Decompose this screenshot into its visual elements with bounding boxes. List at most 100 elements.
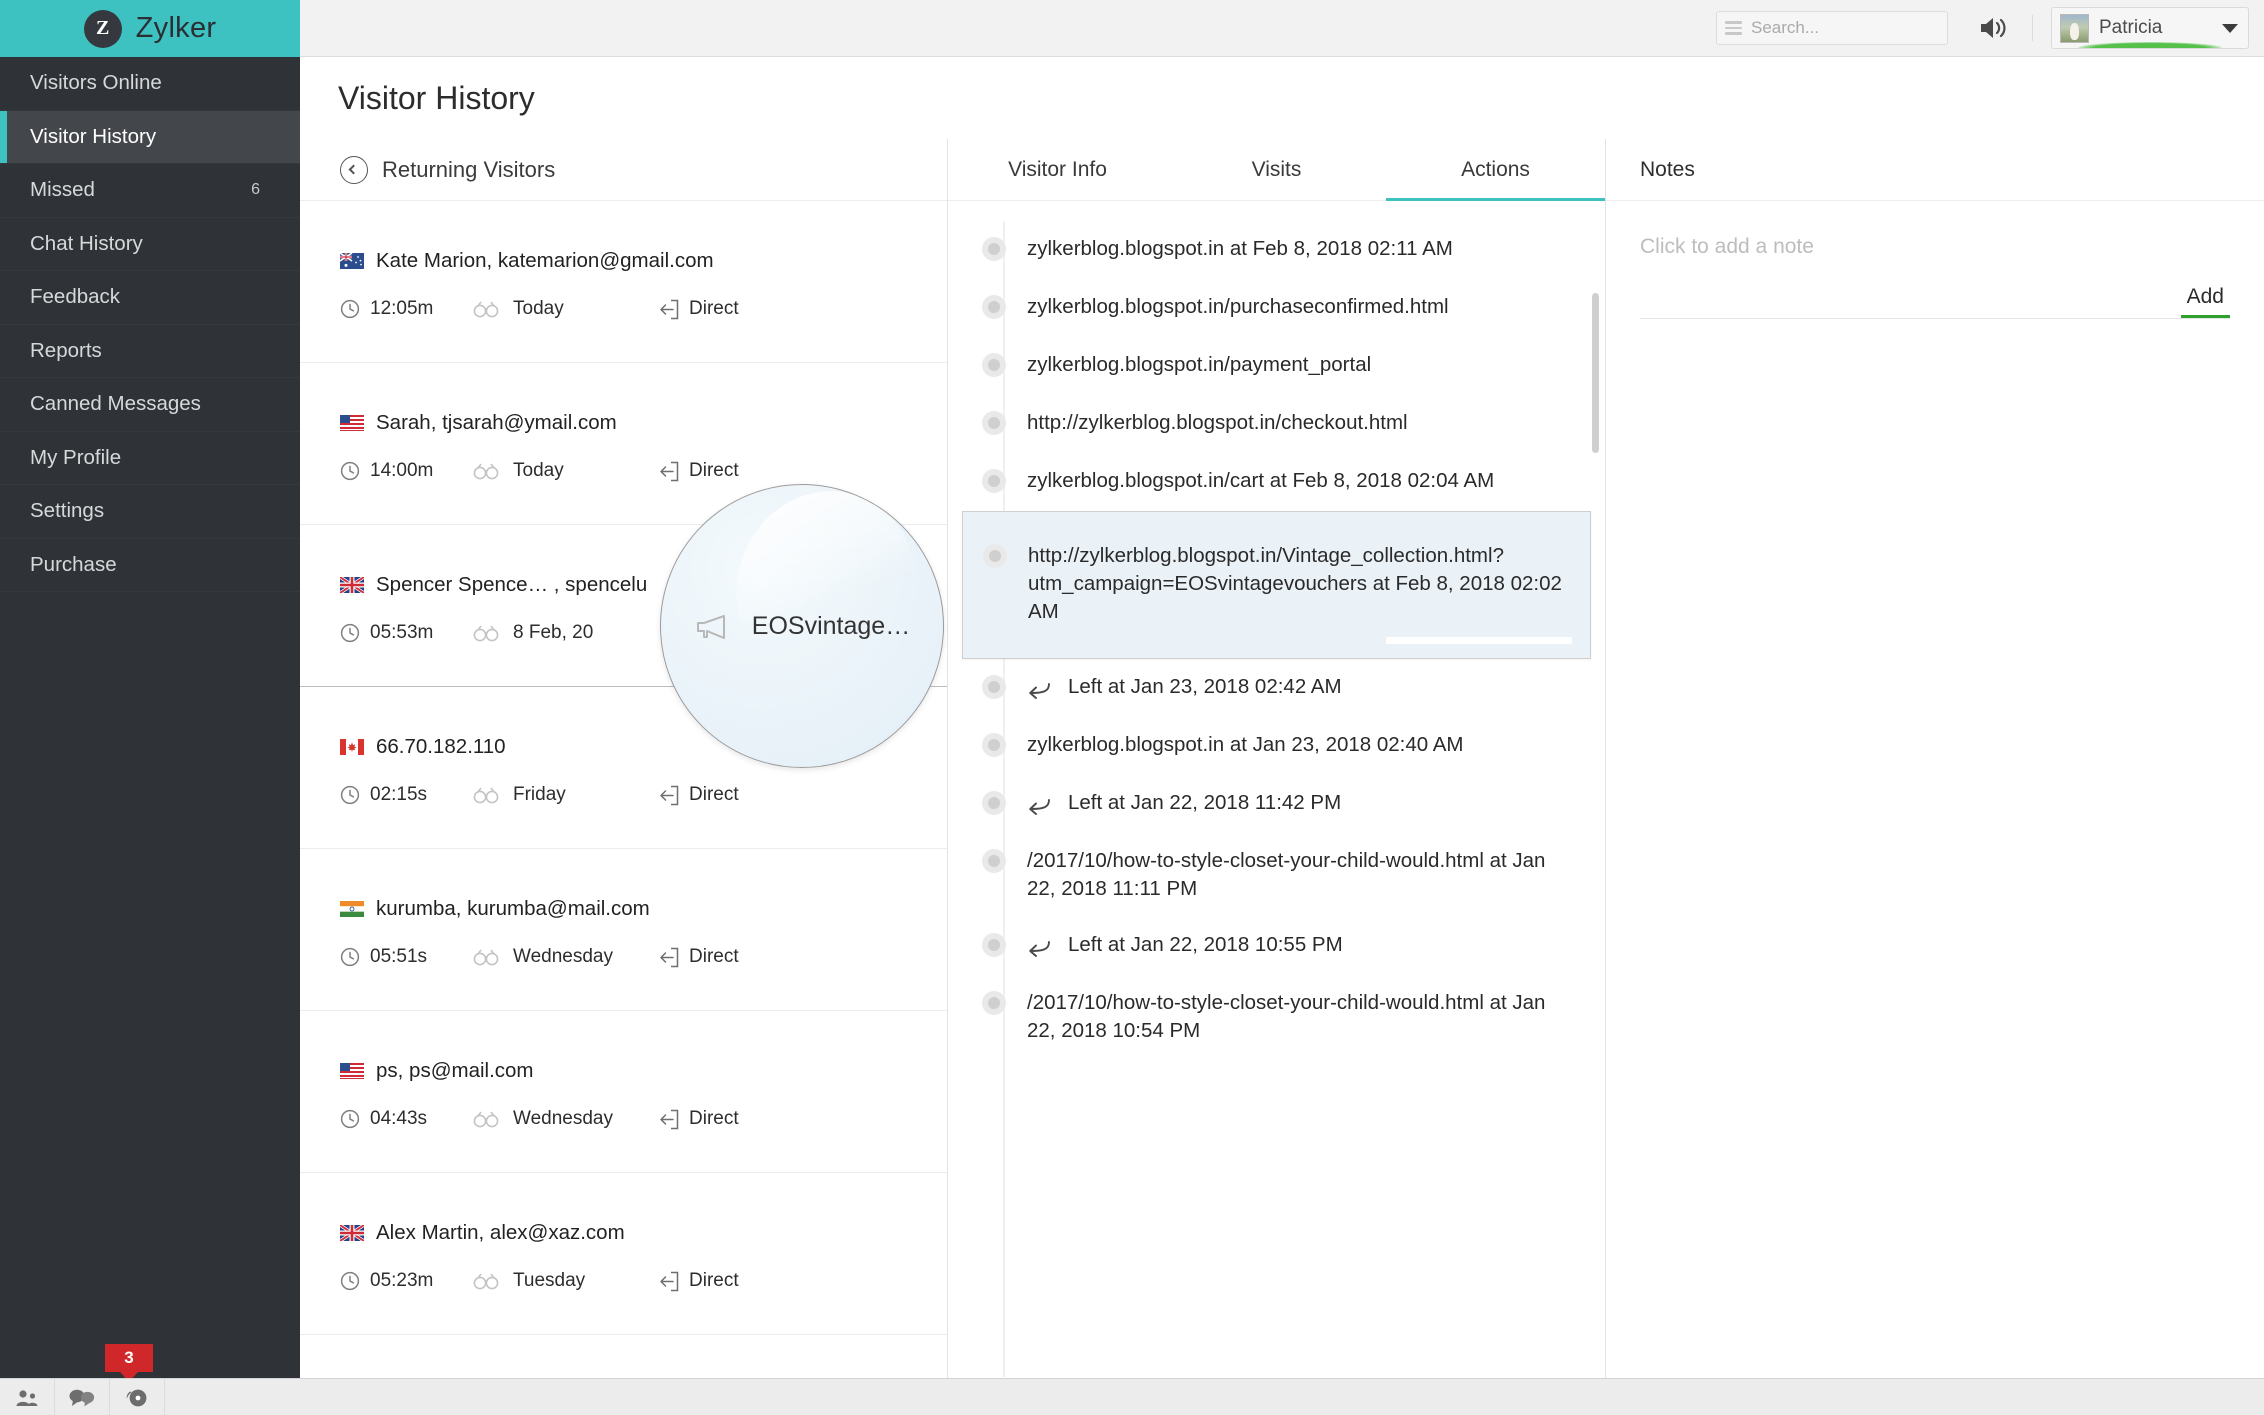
sidebar-item-label: My Profile xyxy=(30,445,122,469)
sidebar-item-label: Reports xyxy=(30,338,102,362)
country-flag-icon xyxy=(340,415,364,431)
visitor-name-label: kurumba, kurumba@mail.com xyxy=(376,897,650,920)
timeline-dot-icon xyxy=(982,469,1006,493)
sidebar-nav: Visitors Online Visitor History Missed 6… xyxy=(0,57,300,592)
visitor-last-visit-value: Wednesday xyxy=(513,946,613,967)
sidebar-item-visitors-online[interactable]: Visitors Online xyxy=(0,57,300,111)
avatar xyxy=(2060,13,2089,43)
action-item[interactable]: zylkerblog.blogspot.in/payment_portal xyxy=(948,337,1605,395)
visitor-meta-row: 12:05m Today Direct xyxy=(340,298,947,320)
actions-scrollbar[interactable] xyxy=(1592,293,1599,453)
visitor-last-visit-value: Today xyxy=(513,460,564,481)
visitor-name-row: kurumba, kurumba@mail.com xyxy=(340,897,947,921)
action-item[interactable]: http://zylkerblog.blogspot.in/checkout.h… xyxy=(948,395,1605,453)
visitor-last-visit-value: Tuesday xyxy=(513,1270,586,1291)
taskbar-empty-area xyxy=(165,1379,2264,1415)
taskbar xyxy=(0,1378,2264,1415)
clock-icon xyxy=(340,947,360,967)
search-container[interactable] xyxy=(1716,11,1948,45)
action-text: Left at Jan 22, 2018 10:55 PM xyxy=(1068,933,1343,957)
chat-bubbles-icon[interactable] xyxy=(55,1379,110,1415)
action-text: Left at Jan 23, 2018 02:42 AM xyxy=(1068,675,1342,699)
sidebar-item-missed[interactable]: Missed 6 xyxy=(0,164,300,218)
action-item[interactable]: zylkerblog.blogspot.in/purchaseconfirmed… xyxy=(948,279,1605,337)
action-text: Left at Jan 22, 2018 11:42 PM xyxy=(1068,791,1342,815)
note-input[interactable]: Click to add a note xyxy=(1640,235,2230,259)
visitor-name-label: Sarah, tjsarah@ymail.com xyxy=(376,411,617,434)
action-text: http://zylkerblog.blogspot.in/checkout.h… xyxy=(1027,411,1408,434)
visitor-duration: 04:43s xyxy=(340,1108,473,1130)
sidebar-item-reports[interactable]: Reports xyxy=(0,325,300,378)
visitor-row[interactable]: kurumba, kurumba@mail.com 05:51s Wednesday… xyxy=(300,849,947,1011)
action-text: /2017/10/how-to-style-closet-your-child-… xyxy=(1027,991,1546,1043)
country-flag-icon xyxy=(340,1063,364,1079)
visitor-row[interactable]: Alex Martin, alex@xaz.com 05:23m Tuesday Di… xyxy=(300,1173,947,1335)
chevron-left-circle-icon[interactable] xyxy=(340,155,368,184)
tab-actions[interactable]: Actions xyxy=(1386,139,1605,201)
user-menu[interactable]: Patricia xyxy=(2051,7,2249,49)
action-item[interactable]: zylkerblog.blogspot.in/cart at Feb 8, 20… xyxy=(948,453,1605,511)
action-item[interactable]: Left at Jan 22, 2018 11:42 PM xyxy=(948,775,1605,833)
tab-visits[interactable]: Visits xyxy=(1167,139,1386,200)
speaker-on-icon[interactable] xyxy=(1978,15,2010,41)
left-arrow-icon xyxy=(1027,677,1059,700)
visitor-referrer: Direct xyxy=(658,1270,739,1292)
visitors-people-icon[interactable] xyxy=(0,1379,55,1415)
zylker-logo-icon: Z xyxy=(83,9,122,48)
sidebar: Z Zylker Visitors Online Visitor History… xyxy=(0,0,300,1415)
action-item[interactable]: Left at Jan 22, 2018 10:55 PM xyxy=(948,917,1605,975)
sidebar-item-visitor-history[interactable]: Visitor History xyxy=(0,110,300,164)
visitor-referrer-value: Direct xyxy=(689,946,739,967)
visitor-list[interactable]: Kate Marion, katemarion@gmail.com 12:05m T… xyxy=(300,201,947,1377)
visitor-name-label: Kate Marion, katemarion@gmail.com xyxy=(376,249,714,272)
action-item[interactable]: Left at Jan 23, 2018 02:42 AM xyxy=(948,659,1605,717)
timeline-dot-icon xyxy=(983,544,1007,568)
sidebar-item-my-profile[interactable]: My Profile xyxy=(0,432,300,485)
action-item[interactable]: /2017/10/how-to-style-closet-your-child-… xyxy=(948,975,1605,1059)
clock-icon xyxy=(340,1271,360,1291)
search-input[interactable] xyxy=(1751,18,1931,38)
alarm-bell-icon[interactable] xyxy=(110,1379,165,1415)
visitor-referrer-value: Direct xyxy=(689,460,739,481)
binoculars-icon xyxy=(473,948,499,966)
visitor-row[interactable]: ps, ps@mail.com 04:43s Wednesday Direct xyxy=(300,1011,947,1173)
notes-panel: Notes Click to add a note Add xyxy=(1606,139,2264,1378)
brand-logo[interactable]: Z Zylker xyxy=(0,0,300,57)
timeline-dot-icon xyxy=(982,675,1006,700)
timeline-dot-icon xyxy=(982,991,1006,1016)
visitor-duration: 14:00m xyxy=(340,460,473,482)
workspace: Returning Visitors Kate Marion, katemari… xyxy=(300,139,2264,1378)
visitor-meta-row: 14:00m Today Direct xyxy=(340,460,947,482)
timeline-dot-icon xyxy=(982,411,1006,435)
visitor-name-row: Alex Martin, alex@xaz.com xyxy=(340,1221,947,1245)
note-add-row: Add xyxy=(1640,285,2230,319)
visitors-panel-heading: Returning Visitors xyxy=(382,156,556,182)
binoculars-icon xyxy=(473,624,499,642)
visitor-duration: 05:23m xyxy=(340,1270,473,1292)
add-note-button[interactable]: Add xyxy=(2180,285,2230,318)
action-item[interactable]: /2017/10/how-to-style-closet-your-child-… xyxy=(948,833,1605,917)
hamburger-icon[interactable] xyxy=(1725,21,1742,35)
alarm-count-badge: 3 xyxy=(105,1344,153,1382)
visitor-referrer: Direct xyxy=(658,298,739,320)
left-arrow-icon xyxy=(1027,935,1059,958)
timeline-dot-icon xyxy=(982,353,1006,377)
action-item[interactable]: zylkerblog.blogspot.in at Feb 8, 2018 02… xyxy=(948,221,1605,279)
enter-arrow-icon xyxy=(658,1109,679,1130)
sidebar-item-settings[interactable]: Settings xyxy=(0,485,300,539)
sidebar-item-chat-history[interactable]: Chat History xyxy=(0,218,300,271)
action-item[interactable]: zylkerblog.blogspot.in at Jan 23, 2018 0… xyxy=(948,717,1605,775)
sidebar-item-purchase[interactable]: Purchase xyxy=(0,539,300,592)
visitors-panel-header: Returning Visitors xyxy=(300,139,947,201)
sidebar-item-canned-messages[interactable]: Canned Messages xyxy=(0,378,300,432)
sidebar-item-feedback[interactable]: Feedback xyxy=(0,271,300,325)
tab-visitor-info[interactable]: Visitor Info xyxy=(948,139,1167,200)
app-window: Z Zylker Visitors Online Visitor History… xyxy=(0,0,2264,1415)
action-item-selected[interactable]: http://zylkerblog.blogspot.in/Vintage_co… xyxy=(962,511,1591,660)
action-text: zylkerblog.blogspot.in at Jan 23, 2018 0… xyxy=(1027,733,1464,757)
visitor-duration-value: 02:15s xyxy=(370,784,428,805)
timeline-dot-icon xyxy=(982,733,1006,758)
actions-timeline[interactable]: zylkerblog.blogspot.in at Feb 8, 2018 02… xyxy=(948,201,1605,1377)
visitor-row[interactable]: Kate Marion, katemarion@gmail.com 12:05m T… xyxy=(300,201,947,363)
chevron-down-icon[interactable] xyxy=(2222,23,2238,33)
